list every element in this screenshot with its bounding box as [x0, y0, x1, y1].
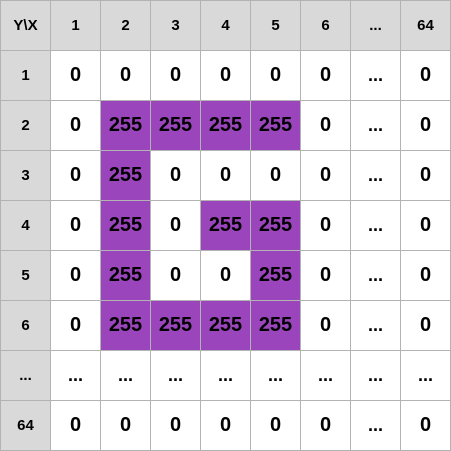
grid-cell-highlighted: 255 [100, 100, 151, 151]
grid-cell-highlighted: 255 [250, 200, 301, 251]
grid-cell: 0 [150, 250, 201, 301]
grid-cell: 0 [300, 150, 351, 201]
grid-cell: 0 [100, 400, 151, 451]
row-header: 64 [0, 400, 51, 451]
grid-cell-highlighted: 255 [200, 200, 251, 251]
grid-cell-highlighted: 255 [250, 100, 301, 151]
row-header: 3 [0, 150, 51, 201]
row-header: ... [0, 350, 51, 401]
grid-row: 2 0 255 255 255 255 0... 0 [0, 100, 451, 151]
grid-cell-highlighted: 255 [100, 300, 151, 351]
grid-cell-highlighted: 255 [150, 300, 201, 351]
column-header: 3 [150, 0, 201, 51]
grid-row: 3 0 255 0 0 0 0... 0 [0, 150, 451, 201]
grid-cell: 0 [300, 100, 351, 151]
grid-cell: ... [350, 200, 401, 251]
grid-cell-highlighted: 255 [200, 100, 251, 151]
grid-cell: ... [300, 350, 351, 401]
grid-cell: 0 [400, 300, 451, 351]
grid-cell: 0 [200, 250, 251, 301]
grid-cell: 0 [50, 250, 101, 301]
grid-cell: 0 [50, 50, 101, 101]
grid-cell: ... [150, 350, 201, 401]
grid-cell: 0 [400, 200, 451, 251]
grid-cell: 0 [300, 200, 351, 251]
grid-cell: ... [350, 250, 401, 301]
row-header: 6 [0, 300, 51, 351]
grid-cell-highlighted: 255 [100, 200, 151, 251]
grid-cell: ... [350, 150, 401, 201]
grid-cell: 0 [100, 50, 151, 101]
grid-cell: 0 [50, 400, 101, 451]
grid-cell: 0 [200, 150, 251, 201]
row-header: 2 [0, 100, 51, 151]
grid-cell: 0 [400, 50, 451, 101]
grid-cell-highlighted: 255 [250, 250, 301, 301]
grid-cell: 0 [300, 400, 351, 451]
grid-row: 6 0 255 255 255 255 0... 0 [0, 300, 451, 351]
grid-cell: ... [50, 350, 101, 401]
row-header: 1 [0, 50, 51, 101]
grid-cell: ... [350, 300, 401, 351]
grid-row: 4 0 255 0 255 255 0... 0 [0, 200, 451, 251]
grid-cell: 0 [400, 150, 451, 201]
grid-cell: 0 [200, 50, 251, 101]
grid-cell: ... [100, 350, 151, 401]
grid-row: 64 0 0 0 0 0 0... 0 [0, 400, 451, 451]
grid-cell: 0 [50, 300, 101, 351]
grid-cell: ... [350, 50, 401, 101]
grid-cell: 0 [50, 150, 101, 201]
column-header: 64 [400, 0, 451, 51]
grid-cell: 0 [50, 100, 101, 151]
grid-cell: ... [250, 350, 301, 401]
grid-cell: ... [200, 350, 251, 401]
grid-cell: 0 [400, 250, 451, 301]
column-header: 1 [50, 0, 101, 51]
column-header: 6 [300, 0, 351, 51]
grid-cell: ... [400, 350, 451, 401]
row-header: 5 [0, 250, 51, 301]
grid-cell-highlighted: 255 [150, 100, 201, 151]
grid-cell: 0 [150, 400, 201, 451]
grid-cell: 0 [150, 50, 201, 101]
grid-cell: ... [350, 350, 401, 401]
grid-row: 1 0 0 0 0 0 0... 0 [0, 50, 451, 101]
grid-cell-highlighted: 255 [100, 150, 151, 201]
grid-cell: 0 [250, 50, 301, 101]
column-header: 5 [250, 0, 301, 51]
row-header: 4 [0, 200, 51, 251]
grid-cell: 0 [150, 200, 201, 251]
grid-row: ........................... [0, 350, 451, 401]
grid-row: 5 0 255 0 0 255 0... 0 [0, 250, 451, 301]
grid-body: Y\X 1 2 3 4 5 6... 64 1 0 0 0 0 0 0... 0 2 0 255 255 255 255 0… [0, 0, 451, 451]
grid-cell: 0 [400, 100, 451, 151]
grid-cell-highlighted: 255 [100, 250, 151, 301]
grid-cell: 0 [300, 50, 351, 101]
grid-cell: 0 [250, 400, 301, 451]
corner-label: Y\X [0, 0, 51, 51]
column-header: ... [350, 0, 401, 51]
grid-cell: 0 [150, 150, 201, 201]
grid-cell: 0 [50, 200, 101, 251]
grid-cell: 0 [200, 400, 251, 451]
column-header: 2 [100, 0, 151, 51]
grid-cell: ... [350, 100, 401, 151]
pixel-value-grid: Y\X 1 2 3 4 5 6... 64 1 0 0 0 0 0 0... 0 2 0 255 255 255 255 0… [0, 0, 451, 451]
grid-cell: 0 [400, 400, 451, 451]
header-row: Y\X 1 2 3 4 5 6... 64 [0, 0, 451, 51]
grid-cell: 0 [300, 250, 351, 301]
grid-cell-highlighted: 255 [250, 300, 301, 351]
grid-cell-highlighted: 255 [200, 300, 251, 351]
grid-cell: 0 [250, 150, 301, 201]
column-header: 4 [200, 0, 251, 51]
grid-cell: 0 [300, 300, 351, 351]
grid-cell: ... [350, 400, 401, 451]
